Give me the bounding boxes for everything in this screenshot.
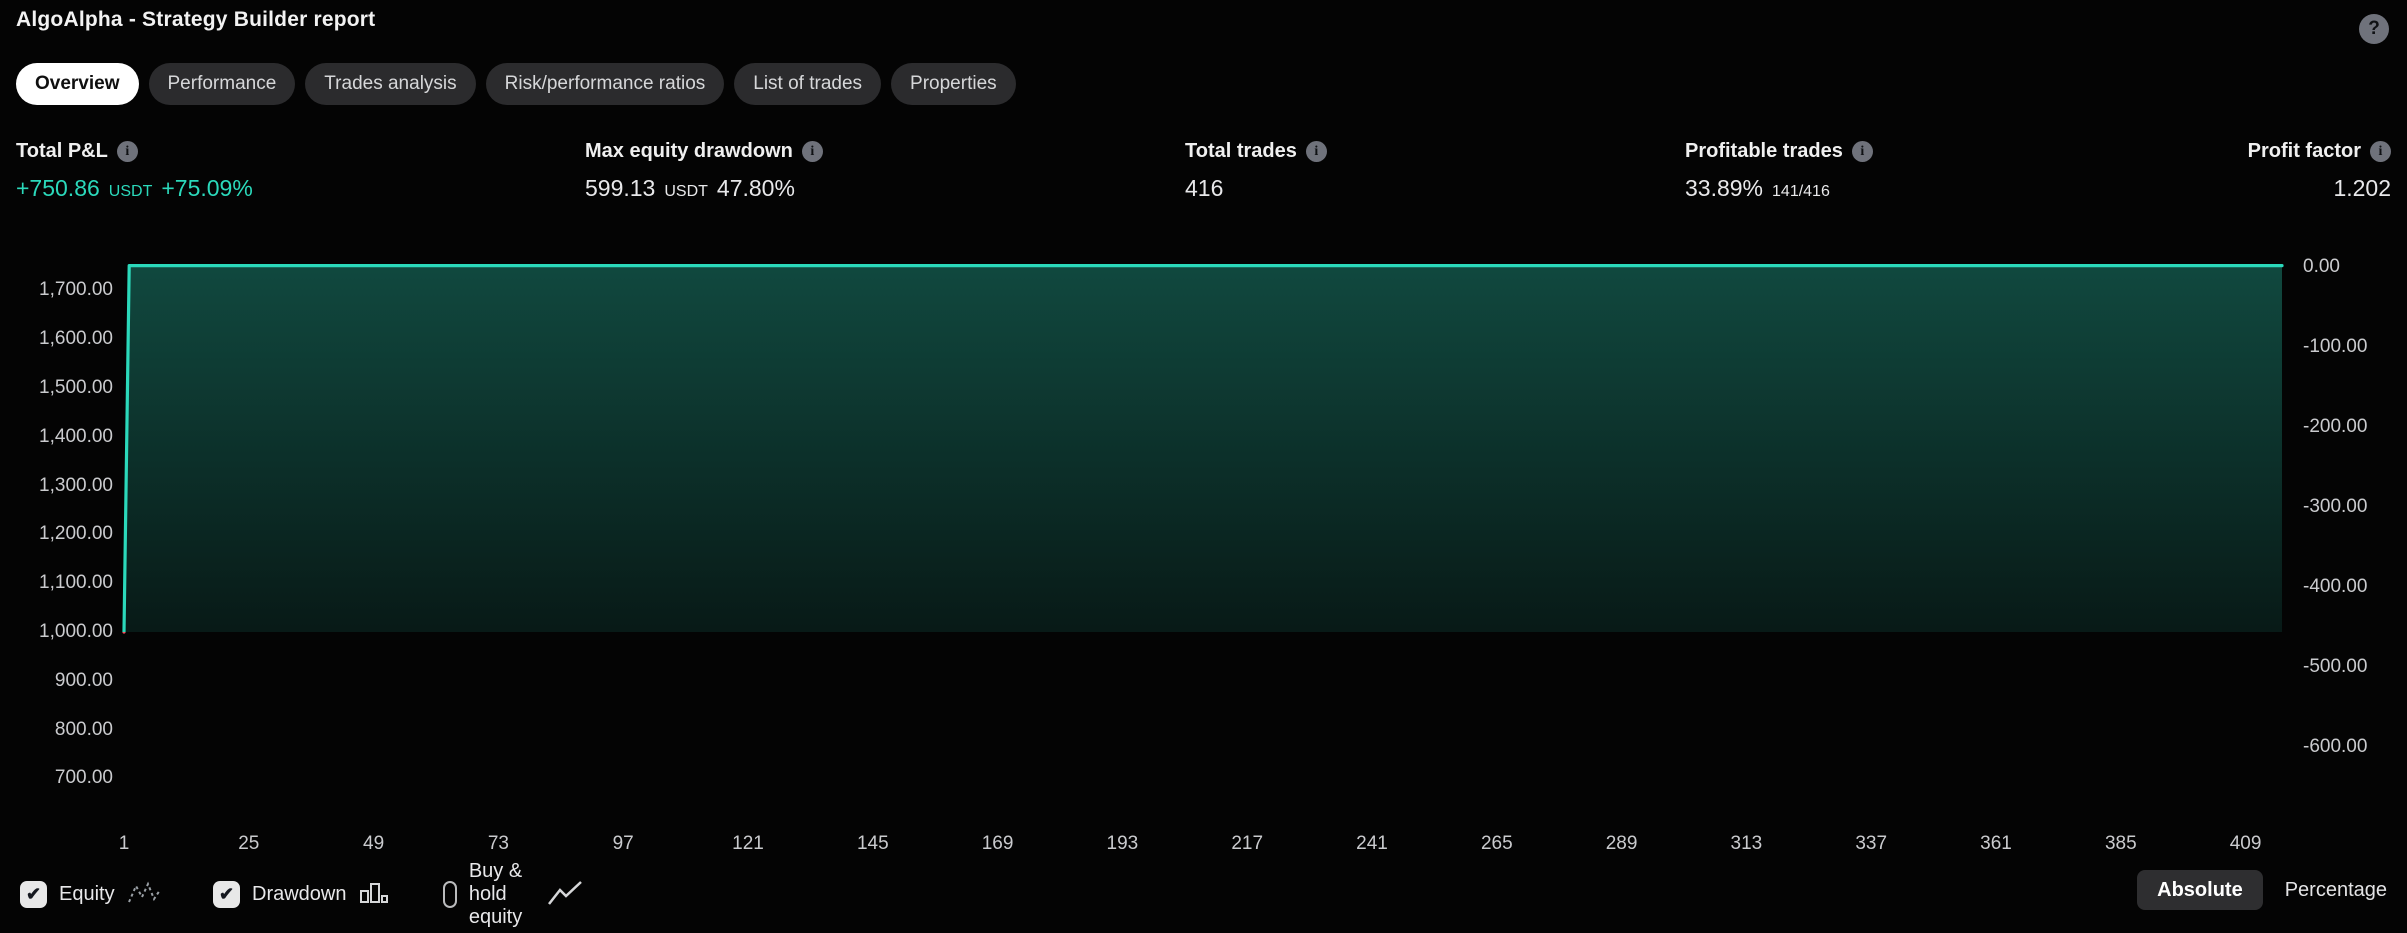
y-right-tick: -200.00 xyxy=(2303,416,2367,438)
x-tick: 385 xyxy=(2086,833,2156,855)
drawdown-bars-icon xyxy=(358,880,390,908)
x-tick: 25 xyxy=(214,833,284,855)
equity-line-icon xyxy=(127,880,163,908)
x-tick: 145 xyxy=(838,833,908,855)
y-left-tick: 1,200.00 xyxy=(0,523,113,545)
buyhold-line-icon xyxy=(547,880,583,908)
equity-area-gain xyxy=(124,266,2282,632)
x-tick: 409 xyxy=(2211,833,2281,855)
y-left-tick: 1,300.00 xyxy=(0,475,113,497)
legend-label: Equity xyxy=(59,883,115,906)
legend-item-equity[interactable]: ✔ Equity xyxy=(20,874,163,914)
y-left-tick: 800.00 xyxy=(0,719,113,741)
legend-label: Buy & hold equity xyxy=(469,860,536,929)
unchecked-checkbox[interactable] xyxy=(443,881,457,908)
legend-item-buy-hold-equity[interactable]: Buy & hold equity xyxy=(443,874,583,914)
x-tick: 49 xyxy=(339,833,409,855)
y-left-tick: 1,500.00 xyxy=(0,377,113,399)
legend-item-drawdown[interactable]: ✔ Drawdown xyxy=(213,874,390,914)
scale-toggle: Absolute Percentage xyxy=(2137,870,2393,910)
x-tick: 217 xyxy=(1212,833,1282,855)
y-right-tick: -100.00 xyxy=(2303,336,2367,358)
y-left-tick: 1,700.00 xyxy=(0,279,113,301)
y-right-tick: -500.00 xyxy=(2303,656,2367,678)
x-tick: 169 xyxy=(963,833,1033,855)
y-left-tick: 1,000.00 xyxy=(0,621,113,643)
y-left-tick: 900.00 xyxy=(0,670,113,692)
y-left-tick: 1,600.00 xyxy=(0,328,113,350)
y-left-tick: 1,400.00 xyxy=(0,426,113,448)
y-left-tick: 1,100.00 xyxy=(0,572,113,594)
x-tick: 121 xyxy=(713,833,783,855)
x-tick: 337 xyxy=(1836,833,1906,855)
scale-option-percentage[interactable]: Percentage xyxy=(2279,879,2393,902)
y-left-tick: 700.00 xyxy=(0,767,113,789)
checked-checkbox[interactable]: ✔ xyxy=(213,881,240,908)
y-right-tick: -600.00 xyxy=(2303,736,2367,758)
y-right-tick: 0.00 xyxy=(2303,256,2340,278)
x-tick: 193 xyxy=(1087,833,1157,855)
scale-option-absolute[interactable]: Absolute xyxy=(2137,870,2263,910)
checked-checkbox[interactable]: ✔ xyxy=(20,881,47,908)
legend-label: Drawdown xyxy=(252,883,346,906)
x-tick: 313 xyxy=(1711,833,1781,855)
x-tick: 1 xyxy=(89,833,159,855)
x-tick: 241 xyxy=(1337,833,1407,855)
x-tick: 361 xyxy=(1961,833,2031,855)
x-tick: 97 xyxy=(588,833,658,855)
strategy-report-panel: AlgoAlpha - Strategy Builder report ? Ov… xyxy=(0,0,2407,933)
x-tick: 289 xyxy=(1587,833,1657,855)
y-right-tick: -300.00 xyxy=(2303,496,2367,518)
y-right-tick: -400.00 xyxy=(2303,576,2367,598)
x-tick: 265 xyxy=(1462,833,1532,855)
x-tick: 73 xyxy=(463,833,533,855)
chart-canvas[interactable] xyxy=(0,0,2407,933)
